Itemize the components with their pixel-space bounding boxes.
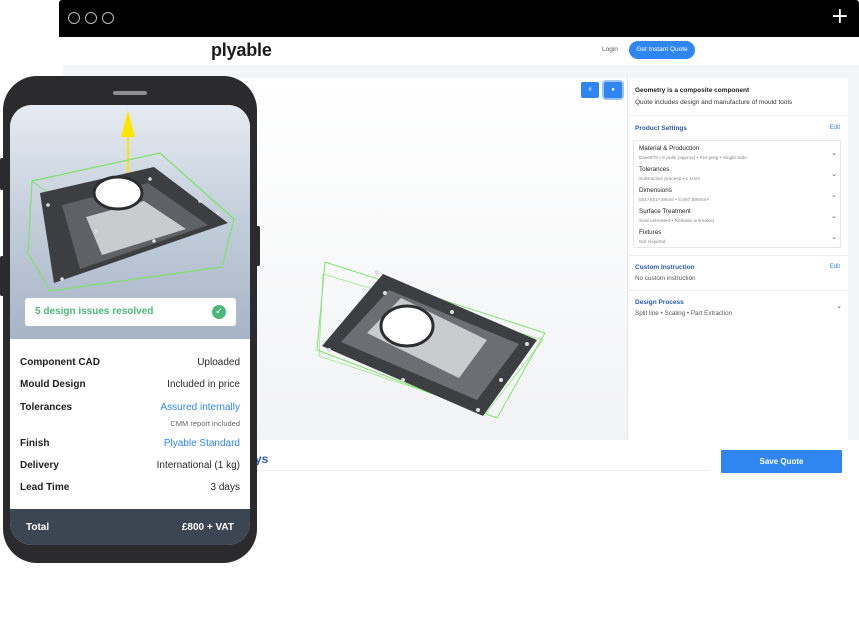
spec-label: Mould Design xyxy=(20,379,86,390)
geometry-title: Geometry is a composite component xyxy=(635,87,750,94)
chevron-down-icon[interactable]: ⌄ xyxy=(831,170,837,178)
custom-instruction-value: No custom instruction xyxy=(635,275,696,282)
total-bar: Total £800 + VAT xyxy=(10,509,250,545)
setting-desc: Seal untreated • Release untreated xyxy=(639,219,714,224)
bolt-hole xyxy=(46,203,50,207)
bolt-hole xyxy=(450,310,454,314)
bolt-hole xyxy=(94,229,98,233)
setting-surface-treatment[interactable]: Surface Treatment Seal untreated • Relea… xyxy=(639,207,839,228)
divider xyxy=(628,115,849,116)
chevron-down-icon[interactable]: ⌄ xyxy=(836,302,842,310)
window-maximize-dot[interactable] xyxy=(102,12,114,24)
product-settings-title: Product Settings xyxy=(635,125,688,132)
new-tab-icon[interactable]: + xyxy=(831,6,849,28)
spec-value-link[interactable]: Plyable Standard xyxy=(164,438,240,449)
spec-value: Uploaded xyxy=(197,357,240,368)
spec-note: CMM report included xyxy=(170,419,240,428)
spec-row-finish: Finish Plyable Standard xyxy=(20,438,240,452)
get-instant-quote-button[interactable]: Get Instant Quote xyxy=(629,41,695,59)
setting-desc: 551×551×49mm • 5,597,598mm² xyxy=(639,198,710,203)
spec-row-mould-design: Mould Design Included in price xyxy=(20,379,240,393)
spec-row-tolerances: Tolerances Assured internally xyxy=(20,402,240,416)
bolt-hole xyxy=(60,277,64,281)
chevron-down-icon[interactable]: ⌄ xyxy=(831,149,837,157)
product-settings-edit-link[interactable]: Edit xyxy=(830,125,840,131)
spec-label: Lead Time xyxy=(20,482,70,493)
marketing-composite: + plyable Login Get Instant Quote # ● Ge… xyxy=(0,0,859,635)
spec-value: 3 days xyxy=(210,482,240,493)
bolt-hole xyxy=(525,342,529,346)
spec-row-component-cad: Component CAD Uploaded xyxy=(20,357,240,371)
design-issues-toast: 5 design issues resolved ✓ xyxy=(25,298,236,326)
bolt-hole xyxy=(476,408,480,412)
spec-value: International (1 kg) xyxy=(156,460,240,471)
setting-tolerances[interactable]: Tolerances Subtractive process • ± 1mm ⌄ xyxy=(639,165,839,186)
quote-footer: ys Save Quote xyxy=(255,440,859,473)
spec-label: Delivery xyxy=(20,460,59,471)
setting-label: Surface Treatment xyxy=(639,208,691,215)
divider xyxy=(255,470,710,471)
setting-desc: Subtractive process • ± 1mm xyxy=(639,177,701,182)
spec-label: Tolerances xyxy=(20,402,73,413)
setting-desc: Not required xyxy=(639,240,666,245)
chevron-down-icon[interactable]: ⌄ xyxy=(831,233,837,241)
setting-label: Fixtures xyxy=(639,229,662,236)
check-icon: ✓ xyxy=(212,305,226,319)
bolt-hole xyxy=(198,199,202,203)
login-link[interactable]: Login xyxy=(602,46,618,53)
window-minimize-dot[interactable] xyxy=(85,12,97,24)
phone-model-view: 5 design issues resolved ✓ xyxy=(10,105,250,339)
geometry-subtitle: Quote includes design and manufacture of… xyxy=(635,99,793,106)
chevron-down-icon[interactable]: ⌄ xyxy=(831,212,837,220)
spec-value: Included in price xyxy=(167,379,240,390)
spec-value-link[interactable]: Assured internally xyxy=(161,402,240,413)
divider xyxy=(628,290,849,291)
setting-label: Dimensions xyxy=(639,187,672,194)
direction-arrow-head xyxy=(121,110,135,137)
bolt-hole xyxy=(401,378,405,382)
spec-row-lead-time: Lead Time 3 days xyxy=(20,482,240,496)
lead-time-heading: ys xyxy=(255,452,269,466)
browser-titlebar: + xyxy=(59,0,859,37)
window-close-dot[interactable] xyxy=(68,12,80,24)
site-header: plyable Login Get Instant Quote xyxy=(59,37,859,65)
design-process-title[interactable]: Design Process xyxy=(635,299,684,306)
save-quote-button[interactable]: Save Quote xyxy=(721,450,842,473)
custom-instruction-edit-link[interactable]: Edit xyxy=(830,264,840,270)
bolt-hole xyxy=(499,378,503,382)
design-process-value: Split line • Scaling • Part Extraction xyxy=(635,310,733,317)
bolt-hole xyxy=(383,291,387,295)
product-settings-list: Material & Production Base978 • 6 pulls … xyxy=(633,140,841,248)
setting-material-production[interactable]: Material & Production Base978 • 6 pulls … xyxy=(639,144,839,165)
part-hole xyxy=(92,175,144,211)
phone-screen: 5 design issues resolved ✓ Component CAD… xyxy=(10,105,250,545)
spec-label: Finish xyxy=(20,438,50,449)
bolt-hole xyxy=(327,348,331,352)
bolt-hole xyxy=(148,177,152,181)
bolt-hole xyxy=(375,270,379,274)
spec-label: Component CAD xyxy=(20,357,100,368)
divider xyxy=(628,255,849,256)
total-price: £800 + VAT xyxy=(181,522,234,533)
phone-mockup: 5 design issues resolved ✓ Component CAD… xyxy=(3,76,257,563)
phone-speaker xyxy=(113,91,147,95)
setting-fixtures[interactable]: Fixtures Not required ⌄ xyxy=(639,228,839,249)
setting-dimensions[interactable]: Dimensions 551×551×49mm • 5,597,598mm² ⌄ xyxy=(639,186,839,207)
bolt-hole xyxy=(216,211,220,215)
total-label: Total xyxy=(26,522,50,533)
chevron-down-icon[interactable]: ⌄ xyxy=(831,191,837,199)
spec-row-delivery: Delivery International (1 kg) xyxy=(20,460,240,474)
toast-message: 5 design issues resolved xyxy=(35,306,154,317)
setting-desc: Base978 • 6 pulls (approx) • Pre-preg • … xyxy=(639,156,747,161)
part-hole xyxy=(379,304,435,348)
quote-side-panel: Geometry is a composite component Quote … xyxy=(627,78,849,440)
custom-instruction-title: Custom Instruction xyxy=(635,264,695,271)
plyable-logo[interactable]: plyable xyxy=(211,40,272,61)
setting-label: Tolerances xyxy=(639,166,670,173)
bolt-hole xyxy=(152,239,156,243)
setting-label: Material & Production xyxy=(639,145,700,152)
